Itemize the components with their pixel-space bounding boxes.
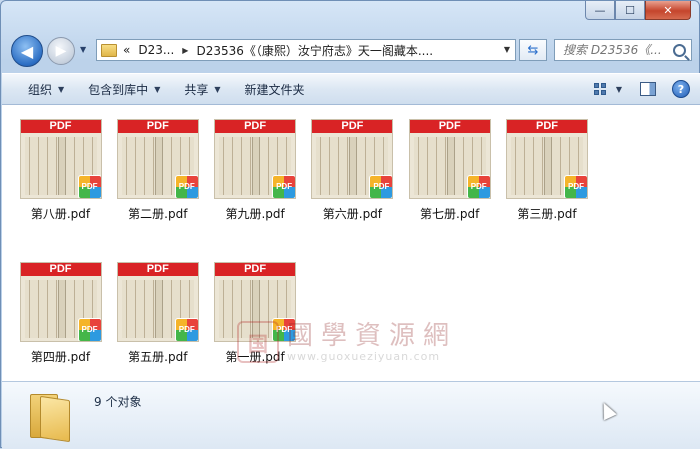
forward-button[interactable]: ▶: [47, 37, 75, 65]
pdf-banner: PDF: [409, 120, 490, 133]
include-in-library-label: 包含到库中: [88, 82, 149, 97]
watermark-seal-logo: 国: [237, 321, 279, 363]
pdf-banner: PDF: [117, 263, 198, 276]
file-name: 第六册.pdf: [322, 207, 383, 221]
minimize-button[interactable]: —: [585, 1, 615, 20]
command-bar: 组织 ▼ 包含到库中 ▼ 共享 ▼ 新建文件夹 ▼ ?: [2, 73, 700, 105]
refresh-icon: ⇆: [527, 42, 539, 58]
watermark: 国 國學資源網 www.guoxueziyuan.com: [237, 321, 457, 363]
pdf-thumbnail: PDF PDF: [19, 262, 102, 342]
file-name: 第五册.pdf: [128, 350, 188, 364]
item-count: 9 个对象: [94, 395, 142, 409]
toolbar-right-group: ▼ ?: [593, 80, 690, 98]
pdf-app-icon: PDF: [466, 175, 490, 198]
recent-pages-dropdown[interactable]: ▼: [80, 45, 86, 54]
new-folder-button[interactable]: 新建文件夹: [233, 81, 317, 98]
file-name: 第八册.pdf: [30, 207, 91, 221]
pdf-banner: PDF: [117, 120, 198, 133]
search-icon[interactable]: [673, 44, 686, 57]
close-button[interactable]: ✕: [645, 1, 691, 20]
organize-menu[interactable]: 组织 ▼: [2, 81, 76, 98]
pdf-banner: PDF: [20, 263, 101, 276]
pdf-thumbnail: PDF PDF: [506, 119, 588, 199]
breadcrumb-current[interactable]: D23536《（康熙）汝宁府志》天一阁藏本....: [196, 42, 433, 59]
watermark-text: 國學資源網: [287, 320, 458, 351]
file-name: 第九册.pdf: [225, 207, 285, 221]
pdf-banner: PDF: [20, 120, 101, 133]
window-controls: — ☐ ✕: [585, 1, 691, 20]
share-label: 共享: [184, 82, 209, 97]
pdf-banner: PDF: [215, 263, 296, 276]
pdf-thumbnail: PDF PDF: [214, 119, 297, 199]
maximize-button[interactable]: ☐: [615, 1, 645, 20]
pdf-thumbnail: PDF PDF: [116, 262, 199, 342]
folder-icon: [101, 43, 117, 57]
address-dropdown-icon[interactable]: ▼: [504, 45, 510, 54]
pdf-app-icon: PDF: [369, 175, 393, 198]
breadcrumb-item[interactable]: D23...: [138, 43, 174, 57]
pdf-app-icon: PDF: [174, 175, 198, 198]
file-name: 第二册.pdf: [128, 207, 188, 221]
file-item[interactable]: PDF PDF 第八册.pdf: [12, 119, 109, 222]
back-arrow-icon: ◀: [20, 41, 34, 61]
view-options-dropdown[interactable]: ▼: [616, 85, 622, 94]
refresh-button[interactable]: ⇆: [519, 39, 547, 61]
pdf-app-icon: PDF: [77, 318, 101, 341]
file-list-view[interactable]: PDF PDF 第八册.pdf PDF PDF 第二册.pdf PDF PDF 第九册.pdf P…: [2, 105, 700, 381]
new-folder-label: 新建文件夹: [244, 82, 305, 97]
file-item[interactable]: PDF PDF 第三册.pdf: [499, 119, 596, 222]
help-icon[interactable]: ?: [672, 80, 690, 98]
chevron-down-icon: ▼: [58, 84, 65, 94]
pdf-banner: PDF: [215, 120, 296, 133]
back-button[interactable]: ◀: [11, 35, 43, 67]
change-view-icon[interactable]: [593, 83, 608, 95]
file-name: 第四册.pdf: [30, 350, 91, 364]
pdf-thumbnail: PDF PDF: [311, 119, 394, 199]
forward-arrow-icon: ▶: [55, 43, 67, 59]
file-item[interactable]: PDF PDF 第五册.pdf: [109, 262, 206, 365]
pdf-thumbnail: PDF PDF: [19, 119, 102, 199]
share-menu[interactable]: 共享 ▼: [172, 81, 232, 98]
pdf-app-icon: PDF: [272, 175, 296, 198]
address-prefix[interactable]: «: [123, 43, 130, 57]
file-item[interactable]: PDF PDF 第六册.pdf: [304, 119, 401, 222]
pdf-app-icon: PDF: [564, 175, 587, 198]
file-item[interactable]: PDF PDF 第九册.pdf: [207, 119, 304, 222]
pdf-banner: PDF: [312, 120, 393, 133]
pdf-app-icon: PDF: [174, 318, 198, 341]
search-box[interactable]: [554, 39, 692, 61]
file-item[interactable]: PDF PDF 第四册.pdf: [12, 262, 109, 365]
explorer-window: — ☐ ✕ ◀ ▶ ▼ « D23... ▶ D23536《（康熙）汝宁府志》天…: [0, 0, 700, 449]
folder-icon: [28, 390, 70, 443]
chevron-down-icon: ▼: [154, 84, 161, 94]
pdf-app-icon: PDF: [77, 175, 101, 198]
file-item[interactable]: PDF PDF 第二册.pdf: [109, 119, 206, 222]
search-input[interactable]: [563, 43, 671, 57]
pdf-banner: PDF: [507, 120, 587, 133]
file-item[interactable]: PDF PDF 第七册.pdf: [401, 119, 498, 222]
details-pane: 9 个对象: [2, 381, 700, 449]
organize-label: 组织: [28, 82, 53, 97]
breadcrumb-chevron-icon[interactable]: ▶: [182, 46, 188, 55]
preview-pane-icon[interactable]: [640, 82, 656, 96]
chevron-down-icon: ▼: [214, 84, 221, 94]
pdf-thumbnail: PDF PDF: [116, 119, 199, 199]
file-name: 第七册.pdf: [420, 207, 480, 221]
pdf-thumbnail: PDF PDF: [408, 119, 491, 199]
file-name: 第三册.pdf: [517, 207, 577, 221]
watermark-url: www.guoxueziyuan.com: [287, 349, 441, 363]
include-in-library-menu[interactable]: 包含到库中 ▼: [76, 81, 172, 98]
address-bar[interactable]: « D23... ▶ D23536《（康熙）汝宁府志》天一阁藏本.... ▼: [96, 39, 516, 61]
